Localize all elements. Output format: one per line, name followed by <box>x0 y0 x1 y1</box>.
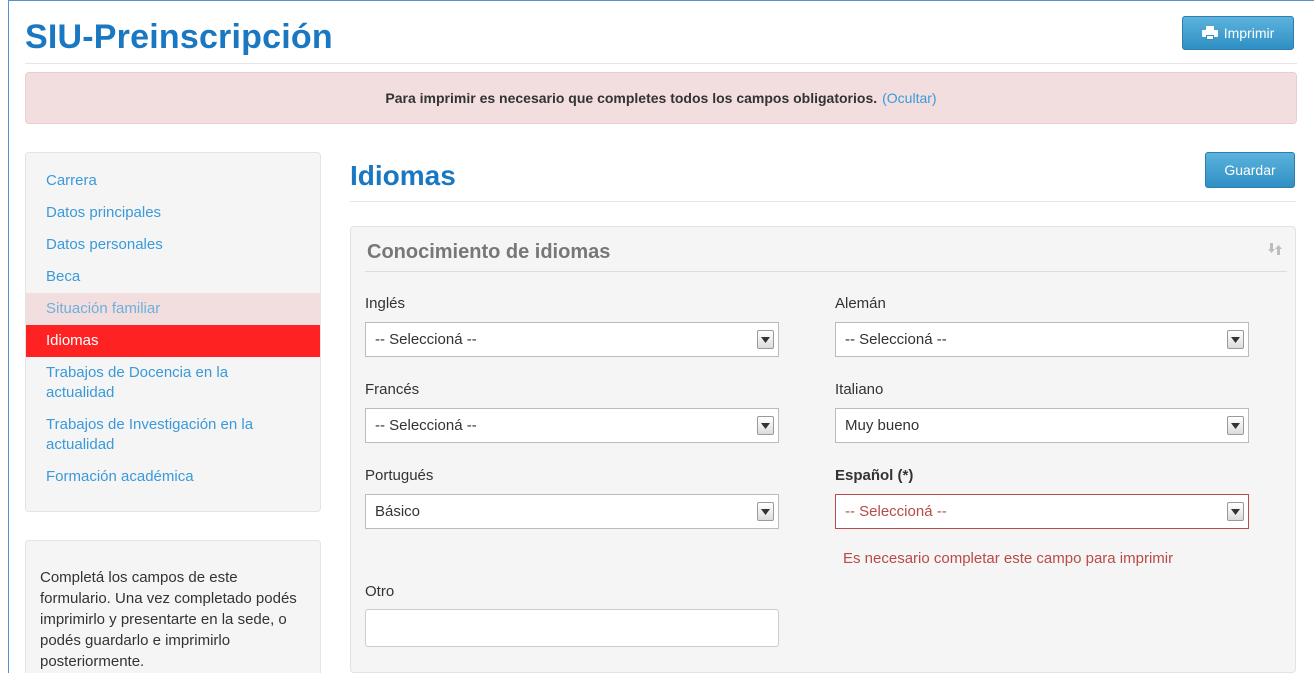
sidebar-item-beca[interactable]: Beca <box>26 261 320 293</box>
aleman-label: Alemán <box>835 295 886 312</box>
title-divider <box>350 201 1296 202</box>
help-box: Completá los campos de este formulario. … <box>25 540 321 673</box>
sidebar-item-datos-principales[interactable]: Datos principales <box>26 197 320 229</box>
collapse-toggle-icon[interactable] <box>1268 241 1282 257</box>
save-button[interactable]: Guardar <box>1205 152 1295 188</box>
sidebar-nav: Carrera Datos principales Datos personal… <box>25 152 321 512</box>
sidebar-item-trabajos-investigacion[interactable]: Trabajos de Investigación en la actualid… <box>26 409 320 461</box>
otro-label: Otro <box>365 583 395 600</box>
ingles-select[interactable]: -- Seleccioná -- <box>365 322 779 357</box>
print-alert: Para imprimir es necesario que completes… <box>25 72 1297 124</box>
panel-title: Conocimiento de idiomas <box>367 241 611 263</box>
printer-icon <box>1201 26 1218 40</box>
panel-divider <box>365 271 1287 272</box>
sidebar-item-idiomas[interactable]: Idiomas <box>26 325 320 357</box>
sidebar-item-datos-personales[interactable]: Datos personales <box>26 229 320 261</box>
ingles-select-value: -- Seleccioná -- <box>375 331 477 348</box>
alert-message: Para imprimir es necesario que completes… <box>385 90 878 106</box>
italiano-select-value: Muy bueno <box>845 417 920 434</box>
espanol-select[interactable]: -- Seleccioná -- <box>835 494 1249 529</box>
sidebar-item-formacion-academica[interactable]: Formación académica <box>26 461 320 493</box>
italiano-select[interactable]: Muy bueno <box>835 408 1249 443</box>
chevron-down-icon <box>757 416 774 435</box>
chevron-down-icon <box>757 502 774 521</box>
languages-panel: Conocimiento de idiomas Inglés -- Selecc… <box>350 226 1296 673</box>
help-text: Completá los campos de este formulario. … <box>40 569 297 670</box>
chevron-down-icon <box>1227 330 1244 349</box>
espanol-error-message: Es necesario completar este campo para i… <box>843 550 1174 567</box>
portugues-select-value: Básico <box>375 503 421 520</box>
frances-select-value: -- Seleccioná -- <box>375 417 477 434</box>
page-title: Idiomas <box>350 160 456 191</box>
print-button[interactable]: Imprimir <box>1182 16 1294 50</box>
aleman-select[interactable]: -- Seleccioná -- <box>835 322 1249 357</box>
chevron-down-icon <box>1227 416 1244 435</box>
chevron-down-icon <box>1227 502 1244 521</box>
app-title: SIU-Preinscripción <box>25 18 333 56</box>
otro-input[interactable] <box>365 609 779 647</box>
hide-alert-link[interactable]: (Ocultar) <box>882 90 936 106</box>
espanol-label: Español (*) <box>835 467 914 484</box>
frances-select[interactable]: -- Seleccioná -- <box>365 408 779 443</box>
header-divider <box>25 63 1297 64</box>
portugues-select[interactable]: Básico <box>365 494 779 529</box>
chevron-down-icon <box>757 330 774 349</box>
ingles-label: Inglés <box>365 295 406 312</box>
italiano-label: Italiano <box>835 381 884 398</box>
sidebar-item-carrera[interactable]: Carrera <box>26 165 320 197</box>
sidebar-item-situacion-familiar[interactable]: Situación familiar <box>26 293 320 325</box>
sidebar-item-trabajos-docencia[interactable]: Trabajos de Docencia en la actualidad <box>26 357 320 409</box>
frances-label: Francés <box>365 381 420 398</box>
aleman-select-value: -- Seleccioná -- <box>845 331 947 348</box>
portugues-label: Portugués <box>365 467 434 484</box>
espanol-select-value: -- Seleccioná -- <box>845 503 947 520</box>
print-button-label: Imprimir <box>1223 25 1275 41</box>
